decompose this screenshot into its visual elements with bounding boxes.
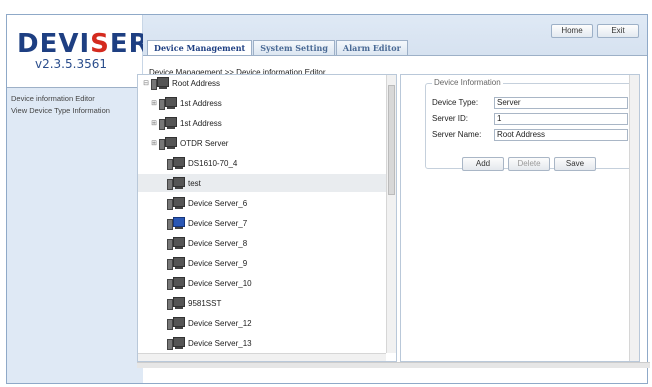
version-label: v2.3.5.3561 bbox=[35, 57, 107, 71]
computer-icon bbox=[166, 316, 186, 330]
info-vertical-scrollbar[interactable] bbox=[629, 75, 639, 361]
computer-icon bbox=[158, 116, 178, 130]
device-type-label: Device Type: bbox=[432, 98, 479, 107]
computer-icon bbox=[158, 136, 178, 150]
computer-icon bbox=[166, 176, 186, 190]
device-tree: ⊟ Root Address ⊞ 1st Address ⊞ 1st Address ⊞ OT… bbox=[137, 74, 397, 362]
tree-node-label: Device Server_9 bbox=[188, 258, 248, 268]
root-server-icon bbox=[150, 76, 170, 90]
tree-expander-icon[interactable]: ⊞ bbox=[150, 139, 158, 147]
tree-node-label: 9581SST bbox=[188, 298, 222, 308]
tree-node-label: Device Server_7 bbox=[188, 218, 248, 228]
device-info-fieldset: Device Information Device Type: Server S… bbox=[425, 78, 635, 171]
tree-node-label: 1st Address bbox=[180, 118, 222, 128]
left-nav: Device information Editor View Device Ty… bbox=[7, 87, 143, 383]
logo-panel: DEVISER v2.3.5.3561 bbox=[7, 15, 149, 87]
tab-system-setting[interactable]: System Setting bbox=[253, 40, 335, 55]
computer-icon bbox=[166, 296, 186, 310]
tree-node[interactable]: Device Server_12 bbox=[158, 314, 252, 332]
server-name-label: Server Name: bbox=[432, 130, 482, 139]
tree-node[interactable]: test bbox=[138, 174, 388, 192]
tree-expander-icon[interactable]: ⊟ bbox=[142, 79, 150, 87]
tree-node[interactable]: Device Server_10 bbox=[158, 274, 252, 292]
computer-icon bbox=[166, 336, 186, 350]
server-id-field[interactable]: 1 bbox=[494, 113, 628, 125]
tab-device-management[interactable]: Device Management bbox=[147, 40, 253, 55]
device-info-legend: Device Information bbox=[432, 78, 503, 87]
tree-node-label: Root Address bbox=[172, 78, 221, 88]
server-name-field[interactable]: Root Address bbox=[494, 129, 628, 141]
tree-node[interactable]: DS1610-70_4 bbox=[158, 154, 237, 172]
tree-node-label: Device Server_8 bbox=[188, 238, 248, 248]
scrollbar-thumb[interactable] bbox=[388, 85, 395, 195]
computer-icon bbox=[166, 236, 186, 250]
add-button[interactable]: Add bbox=[462, 157, 504, 171]
tree-node[interactable]: 9581SST bbox=[158, 294, 221, 312]
tree-node[interactable]: ⊟ Root Address bbox=[142, 75, 221, 92]
save-button[interactable]: Save bbox=[554, 157, 596, 171]
bottom-scrollbar[interactable] bbox=[137, 362, 650, 368]
main-tabs: Device Management System Setting Alarm E… bbox=[147, 40, 409, 55]
tree-node-label: Device Server_6 bbox=[188, 198, 248, 208]
tree-node[interactable]: ⊞ OTDR Server bbox=[150, 134, 228, 152]
delete-button[interactable]: Delete bbox=[508, 157, 550, 171]
brand-logo: DEVISER bbox=[17, 29, 150, 59]
tree-node-label: Device Server_12 bbox=[188, 318, 252, 328]
tree-expander-icon[interactable]: ⊞ bbox=[150, 119, 158, 127]
computer-blue-icon bbox=[166, 216, 186, 230]
tree-vertical-scrollbar[interactable] bbox=[386, 75, 396, 353]
nav-item-view-device-type[interactable]: View Device Type Information bbox=[11, 106, 110, 115]
tree-node[interactable]: ⊞ 1st Address bbox=[150, 114, 222, 132]
tree-node[interactable]: Device Server_7 bbox=[158, 214, 247, 232]
tree-node[interactable]: Device Server_13 bbox=[158, 334, 252, 352]
tree-node[interactable]: Device Server_6 bbox=[158, 194, 247, 212]
tree-node[interactable]: ⊞ 1st Address bbox=[150, 94, 222, 112]
tree-node[interactable]: Device Server_8 bbox=[158, 234, 247, 252]
tree-node-label: Device Server_10 bbox=[188, 278, 252, 288]
tab-alarm-editor[interactable]: Alarm Editor bbox=[335, 40, 408, 55]
tree-expander-icon[interactable]: ⊞ bbox=[150, 99, 158, 107]
device-info-panel: Device Information Device Type: Server S… bbox=[400, 74, 640, 362]
tree-node-label: OTDR Server bbox=[180, 138, 229, 148]
computer-icon bbox=[166, 256, 186, 270]
computer-icon bbox=[166, 276, 186, 290]
device-type-field[interactable]: Server bbox=[494, 97, 628, 109]
computer-icon bbox=[166, 196, 186, 210]
computer-icon bbox=[166, 156, 186, 170]
tree-node[interactable]: Device Server_9 bbox=[158, 254, 247, 272]
tree-node-label: 1st Address bbox=[180, 98, 222, 108]
computer-icon bbox=[158, 96, 178, 110]
nav-item-device-information-editor[interactable]: Device information Editor bbox=[11, 94, 95, 103]
home-button[interactable]: Home bbox=[551, 24, 593, 38]
exit-button[interactable]: Exit bbox=[597, 24, 639, 38]
tree-horizontal-scrollbar[interactable] bbox=[138, 353, 386, 361]
tree-node-label: DS1610-70_4 bbox=[188, 158, 238, 168]
server-id-label: Server ID: bbox=[432, 114, 469, 123]
tree-node-label: Device Server_13 bbox=[188, 338, 252, 348]
tree-node-label: test bbox=[188, 178, 201, 188]
